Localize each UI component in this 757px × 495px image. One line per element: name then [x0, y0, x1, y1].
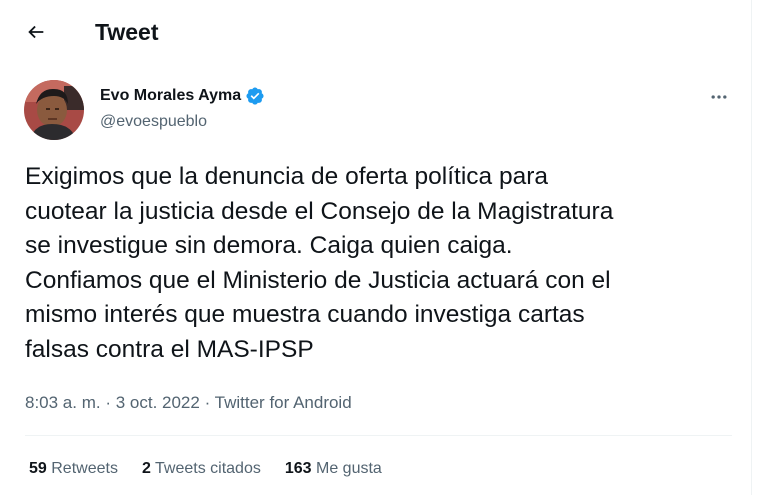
meta-separator: · [100, 393, 116, 412]
tweet-text: Exigimos que la denuncia de oferta polít… [25, 163, 614, 363]
page-title: Tweet [95, 19, 159, 45]
more-horizontal-icon[interactable] [709, 87, 729, 107]
meta-separator: · [199, 393, 215, 412]
likes-count: 163 [284, 460, 312, 477]
retweets-count: 59 [29, 460, 47, 477]
tweet-metadata: 8:03 a. m. · 3 oct. 2022 · Twitter for A… [25, 392, 352, 414]
tweet-date-link[interactable]: 3 oct. 2022 [116, 393, 200, 412]
avatar[interactable] [24, 80, 84, 140]
tweet-time-link[interactable]: 8:03 a. m. [25, 393, 101, 412]
author-name[interactable]: Evo Morales Ayma [100, 86, 265, 106]
arrow-left-icon[interactable] [25, 21, 47, 43]
retweets-stat[interactable]: 59 Retweets [29, 458, 118, 480]
page-header: Tweet [0, 0, 752, 64]
quote-tweets-count: 2 [141, 460, 151, 477]
likes-label: Me gusta [316, 460, 382, 477]
retweets-label: Retweets [51, 460, 118, 477]
more-options-button[interactable] [703, 84, 735, 110]
divider [25, 435, 732, 436]
verified-badge-icon [246, 87, 264, 105]
tweet-page: Tweet Evo Morales Ayma @evoespueblo Exig… [0, 0, 752, 495]
quote-tweets-stat[interactable]: 2 Tweets citados [142, 458, 261, 480]
back-button[interactable] [16, 14, 56, 50]
author-handle[interactable]: @evoespueblo [100, 112, 207, 132]
quote-tweets-label: Tweets citados [155, 460, 261, 477]
tweet-source-link[interactable]: Twitter for Android [215, 393, 352, 412]
author-name-text[interactable]: Evo Morales Ayma [100, 86, 241, 106]
engagement-stats: 59 Retweets 2 Tweets citados 163 Me gust… [29, 458, 406, 480]
likes-stat[interactable]: 163 Me gusta [285, 458, 382, 480]
